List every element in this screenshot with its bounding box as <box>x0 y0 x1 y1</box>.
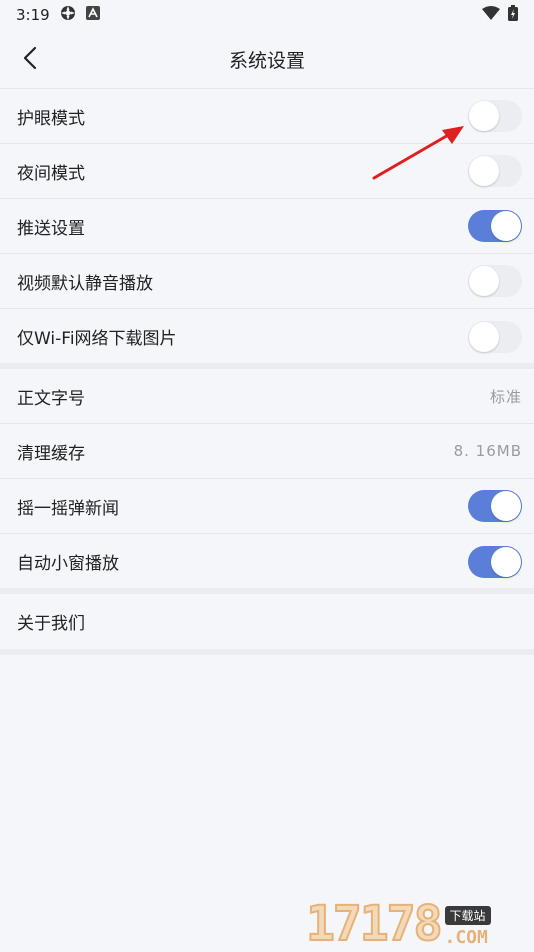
wifi-only-images-toggle[interactable] <box>468 320 522 353</box>
toggle-knob <box>469 266 499 296</box>
chevron-left-icon <box>23 46 37 70</box>
nav-bar: 系统设置 <box>0 30 534 89</box>
row-label: 关于我们 <box>17 614 85 634</box>
eye-protection-toggle[interactable] <box>468 100 522 132</box>
watermark-number: 17178 <box>305 896 443 952</box>
toggle-knob <box>491 491 521 521</box>
cache-size-value: 8. 16MB <box>453 442 522 460</box>
row-label: 正文字号 <box>17 388 85 409</box>
battery-icon <box>508 5 518 25</box>
status-left: 3:19 <box>16 5 100 25</box>
wifi-icon <box>482 6 500 24</box>
row-label: 摇一摇弹新闻 <box>17 498 119 519</box>
status-right <box>482 5 518 25</box>
row-about-us[interactable]: 关于我们 <box>0 594 534 649</box>
push-settings-toggle[interactable] <box>468 210 522 242</box>
watermark-domain: .COM <box>444 927 488 948</box>
row-shake-news: 摇一摇弹新闻 <box>0 479 534 534</box>
row-clear-cache[interactable]: 清理缓存 8. 16MB <box>0 424 534 479</box>
row-label: 清理缓存 <box>17 443 85 464</box>
toggle-knob <box>491 211 521 241</box>
row-label: 仅Wi-Fi网络下载图片 <box>17 329 177 349</box>
watermark-logo: 17178 下载站 .COM <box>305 890 530 952</box>
row-label: 自动小窗播放 <box>17 554 119 574</box>
toggle-knob <box>469 101 499 131</box>
status-bar: 3:19 <box>0 0 534 30</box>
row-push-settings: 推送设置 <box>0 199 534 254</box>
shake-news-toggle[interactable] <box>468 490 522 522</box>
toggle-knob <box>491 546 521 577</box>
a-icon <box>85 6 100 24</box>
status-time: 3:19 <box>16 6 50 24</box>
row-font-size[interactable]: 正文字号 标准 <box>0 369 534 424</box>
annotation-arrow-icon <box>372 126 464 180</box>
row-label: 视频默认静音播放 <box>17 273 153 294</box>
row-video-mute: 视频默认静音播放 <box>0 254 534 309</box>
row-wifi-only-images: 仅Wi-Fi网络下载图片 <box>0 309 534 364</box>
row-label: 推送设置 <box>17 218 85 239</box>
row-label: 护眼模式 <box>17 108 85 129</box>
settings-group-general: 正文字号 标准 清理缓存 8. 16MB 摇一摇弹新闻 自动小窗播放 <box>0 369 534 589</box>
auto-mini-window-toggle[interactable] <box>468 545 522 578</box>
night-mode-toggle[interactable] <box>468 155 522 187</box>
row-label: 夜间模式 <box>17 163 85 184</box>
settings-group-about: 关于我们 <box>0 594 534 655</box>
font-size-value: 标准 <box>489 387 522 406</box>
watermark-tag: 下载站 <box>444 906 491 925</box>
toggle-knob <box>469 156 499 186</box>
row-auto-mini-window: 自动小窗播放 <box>0 534 534 589</box>
watermark-side: 下载站 .COM <box>444 906 491 948</box>
toggle-knob <box>469 321 499 352</box>
back-button[interactable] <box>16 44 44 72</box>
gear-icon <box>60 5 76 25</box>
page-title: 系统设置 <box>228 49 305 72</box>
video-mute-toggle[interactable] <box>468 265 522 297</box>
